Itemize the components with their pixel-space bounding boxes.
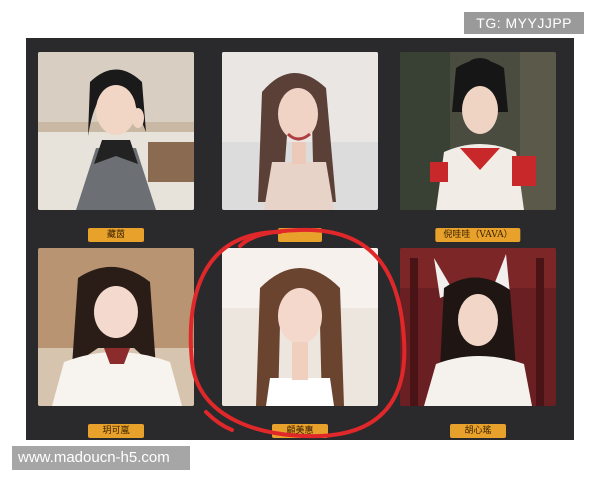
photo-3[interactable]	[400, 52, 556, 210]
card-4-name: 玥可嵐	[88, 424, 144, 438]
photo-1[interactable]	[38, 52, 194, 210]
photo-4[interactable]	[38, 248, 194, 406]
card-6[interactable]: 胡心瑤	[400, 248, 556, 442]
card-6-name: 胡心瑤	[450, 424, 506, 438]
photo-5[interactable]	[222, 248, 378, 406]
photo-2[interactable]	[222, 52, 378, 210]
card-5-name: 顧美惠	[272, 424, 328, 438]
card-2-name	[278, 228, 322, 242]
tg-watermark: TG: MYYJJPP	[464, 12, 584, 34]
card-2[interactable]	[222, 52, 378, 246]
card-1[interactable]: 藏茵	[38, 52, 194, 246]
photo-grid: 藏茵 倪哇哇（VAVA） 玥可嵐 顧美惠 胡心瑤	[26, 38, 574, 440]
photo-6[interactable]	[400, 248, 556, 406]
card-4[interactable]: 玥可嵐	[38, 248, 194, 442]
card-5[interactable]: 顧美惠	[222, 248, 378, 442]
card-1-name: 藏茵	[88, 228, 144, 242]
url-watermark: www.madoucn-h5.com	[12, 446, 190, 470]
card-3[interactable]: 倪哇哇（VAVA）	[400, 52, 556, 246]
card-3-name: 倪哇哇（VAVA）	[435, 228, 521, 242]
